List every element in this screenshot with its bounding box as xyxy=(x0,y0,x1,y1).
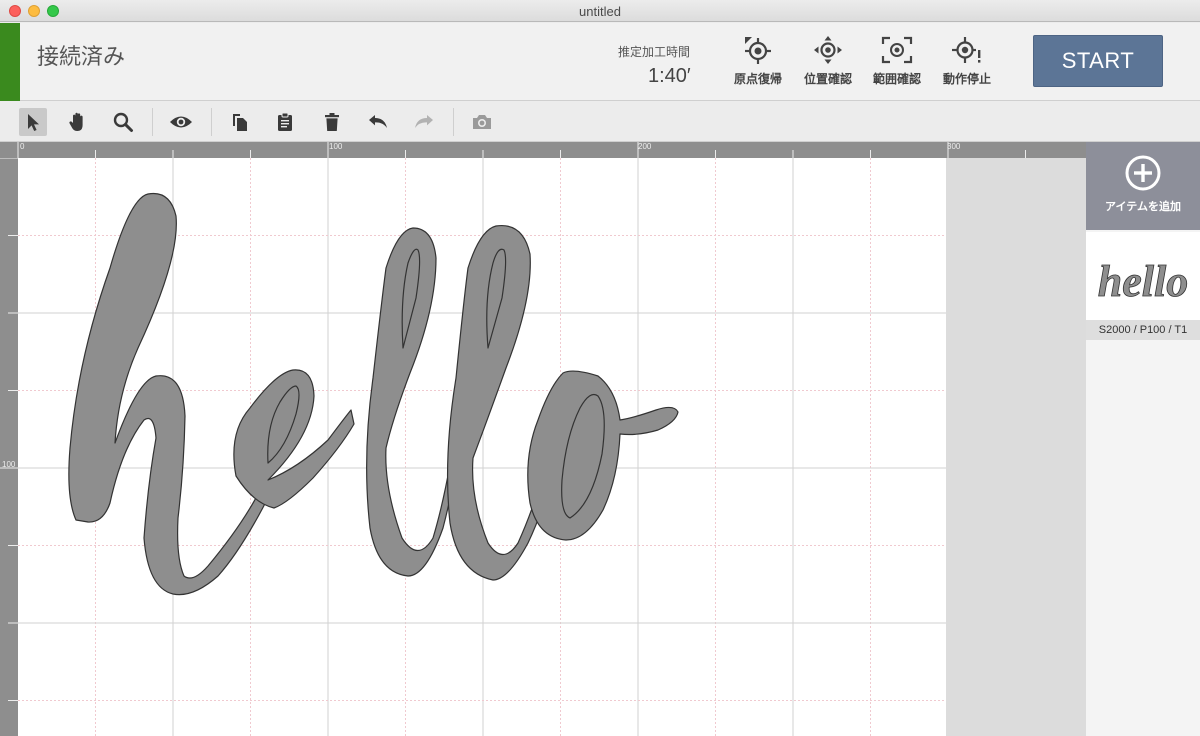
zoom-magnifier-icon[interactable] xyxy=(109,108,137,136)
undo-icon[interactable] xyxy=(364,108,392,136)
origin-return-icon xyxy=(745,37,771,64)
work-area-svg xyxy=(18,158,946,736)
camera-icon[interactable] xyxy=(468,108,496,136)
position-check-label: 位置確認 xyxy=(803,72,852,86)
add-circle-icon xyxy=(1125,155,1161,191)
stop-label: 動作停止 xyxy=(942,72,991,86)
item-card[interactable]: hello S2000 / P100 / T1 xyxy=(1086,232,1200,340)
start-button[interactable]: START xyxy=(1033,35,1163,87)
estimated-time-label: 推定加工時間 xyxy=(618,45,691,59)
paste-clipboard-icon[interactable] xyxy=(271,108,299,136)
title-bar: untitled xyxy=(0,0,1200,22)
ruler-vertical: 100 xyxy=(0,157,18,736)
toolbar-divider xyxy=(453,108,454,136)
work-canvas[interactable] xyxy=(18,158,1086,736)
eye-preview-icon[interactable] xyxy=(167,108,195,136)
device-header: 接続済み 推定加工時間 1:40′ 原点復帰 位置確認 範囲確認 動作停止 ST… xyxy=(0,23,1200,101)
origin-return-label: 原点復帰 xyxy=(733,72,782,86)
position-check-icon xyxy=(814,36,842,64)
item-panel: アイテムを追加 hello S2000 / P100 / T1 xyxy=(1086,142,1200,736)
estimated-time-value: 1:40′ xyxy=(648,65,691,87)
item-params: S2000 / P100 / T1 xyxy=(1086,320,1200,340)
ruler-label-100: 100 xyxy=(329,142,343,151)
add-item-label: アイテムを追加 xyxy=(1105,201,1181,213)
item-thumbnail: hello xyxy=(1097,257,1188,307)
connection-indicator xyxy=(0,23,20,101)
stop-target-icon xyxy=(952,37,981,63)
app-window: untitled 接続済み 推定加工時間 1:40′ 原点復帰 位置確認 範囲確… xyxy=(0,0,1200,736)
range-check-button[interactable]: 範囲確認 xyxy=(866,35,928,91)
stop-button[interactable]: 動作停止 xyxy=(936,35,998,91)
copy-icon[interactable] xyxy=(226,108,254,136)
range-check-icon xyxy=(881,36,913,64)
ruler-label-0: 0 xyxy=(20,142,25,151)
ruler-label-200: 200 xyxy=(638,142,652,151)
ruler-label-v100: 100 xyxy=(2,460,16,469)
hand-pan-icon[interactable] xyxy=(64,108,92,136)
ruler-horizontal: 0 100 200 300 xyxy=(0,142,1086,158)
connection-status: 接続済み xyxy=(37,44,126,69)
redo-icon[interactable] xyxy=(410,108,438,136)
window-title: untitled xyxy=(579,4,621,19)
item-thumbnail-text: hello xyxy=(1098,257,1188,306)
range-check-label: 範囲確認 xyxy=(872,72,921,86)
select-arrow-icon[interactable] xyxy=(19,108,47,136)
toolbar-divider xyxy=(211,108,212,136)
toolbar-divider xyxy=(152,108,153,136)
origin-return-button[interactable]: 原点復帰 xyxy=(727,35,789,91)
trash-icon[interactable] xyxy=(318,108,346,136)
edit-toolbar xyxy=(0,102,1200,142)
position-check-button[interactable]: 位置確認 xyxy=(797,35,859,91)
ruler-label-300: 300 xyxy=(947,142,961,151)
add-item-button[interactable]: アイテムを追加 xyxy=(1086,142,1200,230)
